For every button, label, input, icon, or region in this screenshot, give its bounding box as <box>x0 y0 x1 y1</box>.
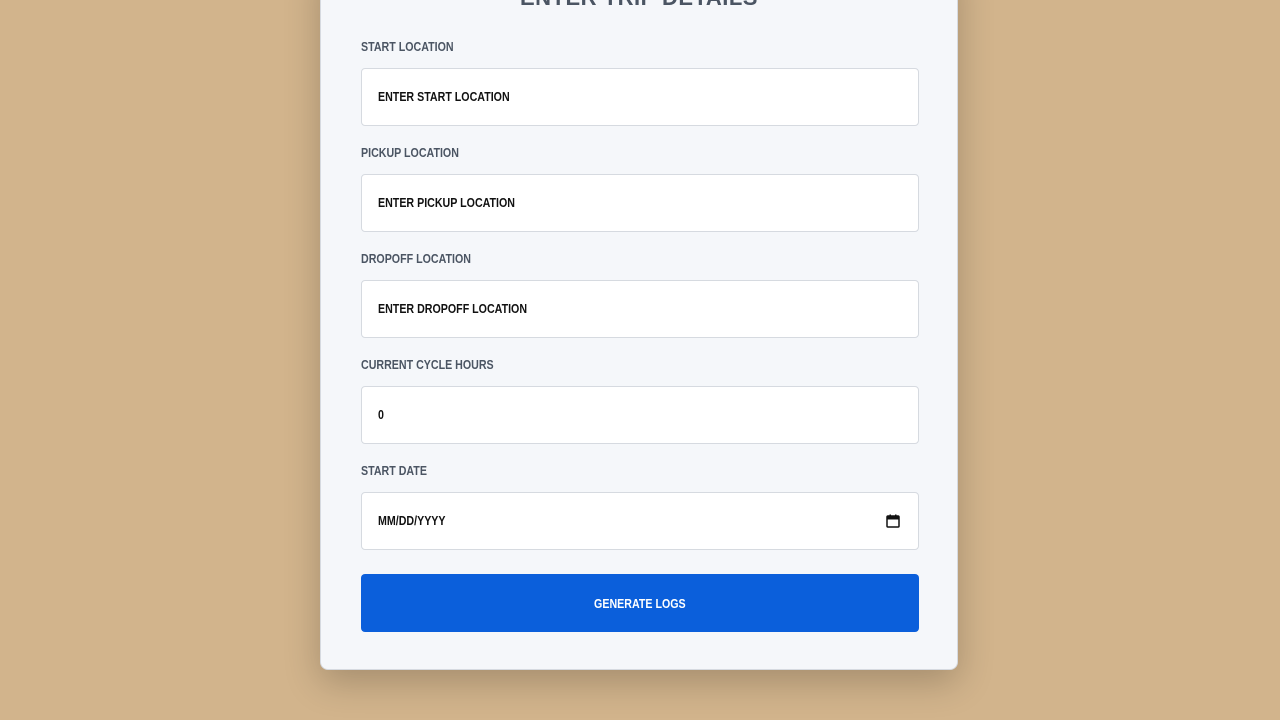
calendar-icon[interactable] <box>886 514 900 528</box>
current-cycle-hours-input[interactable]: 0 <box>361 386 919 444</box>
start-location-input[interactable]: Enter start location <box>361 68 919 126</box>
dropoff-location-label: Dropoff Location <box>361 251 471 266</box>
start-location-label: Start Location <box>361 39 454 54</box>
start-location-placeholder: Enter start location <box>378 89 510 104</box>
start-date-label: Start Date <box>361 463 427 478</box>
start-date-placeholder: mm/dd/yyyy <box>378 513 446 528</box>
pickup-location-placeholder: Enter pickup location <box>378 195 516 210</box>
form-title: Enter Trip Details <box>321 0 957 11</box>
current-cycle-hours-label: Current Cycle Hours <box>361 357 494 372</box>
dropoff-location-input[interactable]: Enter dropoff location <box>361 280 919 338</box>
trip-details-card: Enter Trip Details Start Location Enter … <box>320 0 958 670</box>
pickup-location-label: Pickup Location <box>361 145 459 160</box>
dropoff-location-placeholder: Enter dropoff location <box>378 301 528 316</box>
current-cycle-hours-value: 0 <box>378 407 384 422</box>
generate-logs-label: Generate Logs <box>594 595 686 611</box>
pickup-location-input[interactable]: Enter pickup location <box>361 174 919 232</box>
generate-logs-button[interactable]: Generate Logs <box>361 574 919 632</box>
start-date-input[interactable]: mm/dd/yyyy <box>361 492 919 550</box>
